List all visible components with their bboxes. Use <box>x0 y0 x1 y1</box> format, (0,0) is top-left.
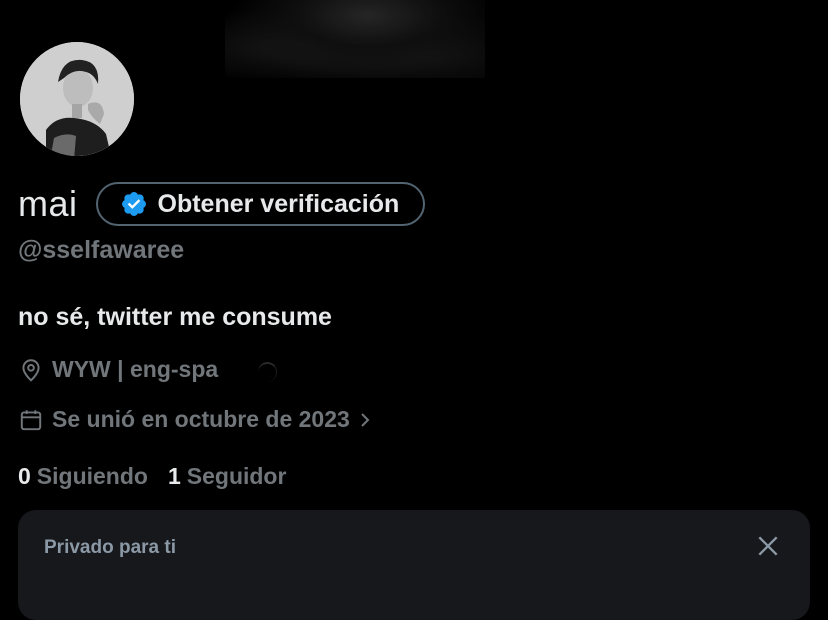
follow-stats: 0 Siguiendo 1 Seguidor <box>18 463 306 490</box>
followers-link[interactable]: 1 Seguidor <box>168 463 286 490</box>
close-button[interactable] <box>752 530 784 562</box>
location-row: WYW | eng-spa <box>18 356 218 383</box>
profile-bio: no sé, twitter me consume <box>18 303 332 331</box>
following-label: Siguiendo <box>36 463 148 489</box>
location-text: WYW | eng-spa <box>52 356 219 382</box>
profile-handle: @sselfawaree <box>18 236 185 264</box>
verified-badge-icon <box>121 192 146 216</box>
spinner-artifact <box>258 362 277 382</box>
display-name: mai <box>18 183 78 224</box>
get-verified-button[interactable]: Obtener verificación <box>95 182 426 226</box>
chevron-right-icon <box>361 412 370 427</box>
following-count: 0 <box>18 463 31 489</box>
name-row: mai Obtener verificación <box>18 180 426 228</box>
joined-row[interactable]: Se unió en octubre de 2023 <box>18 406 380 433</box>
calendar-icon <box>20 409 42 430</box>
joined-text: Se unió en octubre de 2023 <box>52 406 350 432</box>
private-card-label: Privado para ti <box>44 537 176 558</box>
private-card: Privado para ti <box>18 510 810 620</box>
followers-count: 1 <box>167 463 181 489</box>
banner-image <box>225 0 485 78</box>
avatar-image <box>20 42 134 156</box>
get-verified-label: Obtener verificación <box>157 189 400 218</box>
followers-label: Seguidor <box>186 463 287 489</box>
following-link[interactable]: 0 Siguiendo <box>18 463 148 490</box>
close-icon <box>758 536 778 556</box>
location-pin-icon <box>22 358 40 382</box>
profile-avatar[interactable] <box>16 38 138 160</box>
